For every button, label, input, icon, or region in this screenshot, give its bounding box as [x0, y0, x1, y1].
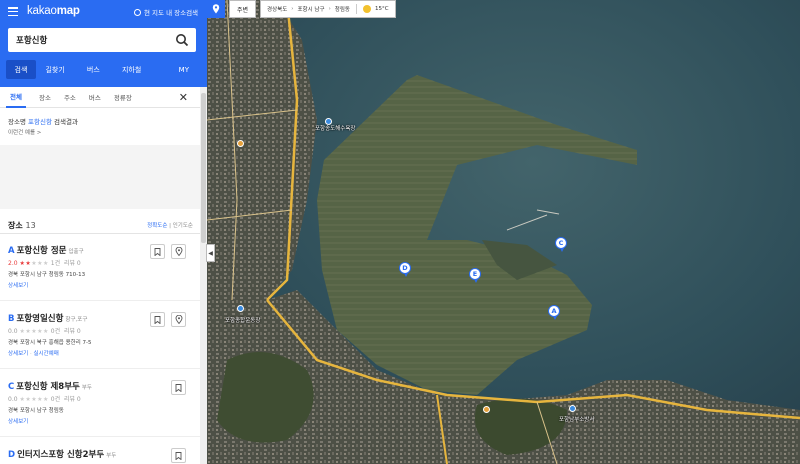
bookmark-button[interactable]	[150, 244, 165, 259]
map-label: 포항남부소방서	[559, 417, 595, 423]
place-address: 경북 포항시 남구 청림동 710-13	[8, 272, 86, 278]
detail-link[interactable]: 상세보기	[8, 283, 28, 289]
map-marker-a[interactable]: A	[548, 305, 560, 320]
divider	[355, 4, 357, 14]
subtab-bus[interactable]: 버스	[89, 87, 101, 108]
subtab-address[interactable]: 주소	[64, 87, 76, 108]
tab-bus[interactable]: 버스	[74, 60, 112, 79]
bookmark-icon	[154, 247, 161, 256]
bookmark-button[interactable]	[171, 380, 186, 395]
chevron-right-icon: ›	[291, 6, 294, 12]
booking-link[interactable]: 실시간예매	[34, 351, 59, 357]
detail-link[interactable]: 상세보기	[8, 419, 28, 425]
satellite-map[interactable]: A C D E 포항종합운동장 포항남부소방서 포항송도해수욕장	[207, 0, 800, 464]
place-address: 경북 포항시 북구 흥해읍 용한리 7-5	[8, 340, 92, 346]
place-name[interactable]: 포항신항 제8부두	[16, 382, 80, 392]
place-category: 입출구	[68, 249, 84, 255]
detail-link[interactable]: 상세보기	[8, 351, 28, 357]
place-name[interactable]: 인터지스포항 신항2부두	[17, 450, 104, 460]
place-name[interactable]: 포항영일신항	[16, 314, 63, 324]
place-item[interactable]: A 포항신항 정문 입출구 2.0 ★★★★★ 1건 리뷰 0 경북 포항시 남구 …	[0, 234, 200, 301]
bookmark-icon	[175, 451, 182, 460]
map-toolbar: 주변 경상북도 › 포항시 남구 › 청림동 15°C	[207, 0, 396, 18]
example-link[interactable]: 이런건 예를 >	[8, 128, 41, 136]
map-label: 포항종합운동장	[225, 318, 261, 324]
ad-area	[0, 145, 200, 209]
result-subtabs: 전체 장소 주소 버스 정류장 ✕	[0, 87, 200, 108]
top-bar: kakaomap 현 지도 내 장소검색 검색 길찾기 버스 지하철 MY	[0, 0, 207, 87]
panel-collapse-button[interactable]: ◀	[206, 244, 215, 262]
tab-my[interactable]: MY	[151, 60, 201, 79]
directions-button[interactable]	[171, 244, 186, 259]
panel-scrollbar[interactable]	[200, 87, 207, 464]
place-item[interactable]: D 인터지스포항 신항2부두 부두	[0, 438, 200, 464]
scrollbar-thumb[interactable]	[201, 93, 206, 243]
map-area-search-toggle[interactable]: 현 지도 내 장소검색	[134, 7, 198, 17]
location-icon	[175, 247, 182, 256]
place-marker-letter: C	[8, 382, 15, 392]
sort-options: 정확도순 | 인기도순	[147, 223, 193, 229]
tab-subway[interactable]: 지하철	[113, 60, 151, 79]
place-marker-letter: D	[8, 450, 16, 460]
result-keyword: 포항신항	[28, 118, 52, 126]
crumb-city[interactable]: 포항시 남구	[298, 5, 325, 13]
map-label: 포항송도해수욕장	[315, 126, 356, 132]
search-panel: kakaomap 현 지도 내 장소검색 검색 길찾기 버스 지하철 MY	[0, 0, 207, 464]
sort-accuracy[interactable]: 정확도순	[147, 223, 167, 229]
satellite-imagery	[207, 0, 800, 464]
poi-icon[interactable]	[569, 405, 576, 412]
bookmark-icon	[175, 383, 182, 392]
radio-icon	[134, 8, 141, 16]
search-box	[8, 28, 196, 52]
place-rating: 0.0 ★★★★★ 0건 리뷰 0	[8, 396, 81, 403]
subtab-all[interactable]: 전체	[6, 87, 26, 108]
kakao-map-app: kakaomap 현 지도 내 장소검색 검색 길찾기 버스 지하철 MY	[0, 0, 800, 464]
kakaomap-logo[interactable]: kakaomap	[27, 5, 80, 17]
bookmark-button[interactable]	[171, 448, 186, 463]
place-category: 항구,포구	[65, 317, 88, 323]
main-tabs: 검색 길찾기 버스 지하철 MY	[6, 60, 201, 79]
sun-icon	[362, 5, 371, 13]
place-rating: 2.0 ★★★★★ 1건 리뷰 0	[8, 260, 81, 267]
result-summary: 장소명 포항신항 검색결과	[8, 118, 78, 126]
tab-search[interactable]: 검색	[6, 60, 36, 79]
map-marker-d[interactable]: D	[399, 262, 411, 277]
place-item[interactable]: C 포항신항 제8부두 부두 0.0 ★★★★★ 0건 리뷰 0 경북 포항시 남구…	[0, 370, 200, 437]
place-category: 부두	[81, 385, 92, 391]
search-icon[interactable]	[175, 33, 189, 47]
subtab-place[interactable]: 장소	[39, 87, 51, 108]
sort-popularity[interactable]: 인기도순	[173, 223, 193, 229]
nearby-button[interactable]: 주변	[229, 0, 257, 18]
place-item[interactable]: B 포항영일신항 항구,포구 0.0 ★★★★★ 0건 리뷰 0 경북 포항시 북구…	[0, 302, 200, 369]
chevron-left-icon: ◀	[208, 249, 213, 257]
place-list-header: 장소 13 정확도순 | 인기도순	[8, 220, 193, 230]
tab-directions[interactable]: 길찾기	[36, 60, 74, 79]
place-marker-letter: B	[8, 314, 15, 324]
crumb-dong[interactable]: 청림동	[335, 5, 350, 13]
subtab-stop[interactable]: 정류장	[114, 87, 132, 108]
place-rating: 0.0 ★★★★★ 0건 리뷰 0	[8, 328, 81, 335]
poi-icon[interactable]	[483, 406, 490, 413]
search-input[interactable]	[16, 28, 166, 52]
place-name[interactable]: 포항신항 정문	[17, 246, 67, 256]
bookmark-button[interactable]	[150, 312, 165, 327]
poi-icon[interactable]	[237, 305, 244, 312]
my-location-button[interactable]	[207, 0, 225, 18]
temperature: 15°C	[374, 6, 389, 12]
crumb-province[interactable]: 경상북도	[267, 5, 287, 13]
poi-icon[interactable]	[237, 140, 244, 147]
menu-icon[interactable]	[8, 7, 18, 17]
close-icon[interactable]: ✕	[179, 91, 188, 104]
map-marker-c[interactable]: C	[555, 237, 567, 252]
place-marker-letter: A	[8, 246, 15, 256]
bookmark-icon	[154, 315, 161, 324]
location-breadcrumb: 경상북도 › 포항시 남구 › 청림동 15°C	[260, 0, 396, 18]
place-category: 부두	[106, 453, 117, 459]
map-marker-e[interactable]: E	[469, 268, 481, 283]
pin-icon	[212, 4, 220, 14]
location-icon	[175, 315, 182, 324]
directions-button[interactable]	[171, 312, 186, 327]
place-address: 경북 포항시 남구 청림동	[8, 408, 64, 414]
chevron-right-icon: ›	[328, 6, 331, 12]
